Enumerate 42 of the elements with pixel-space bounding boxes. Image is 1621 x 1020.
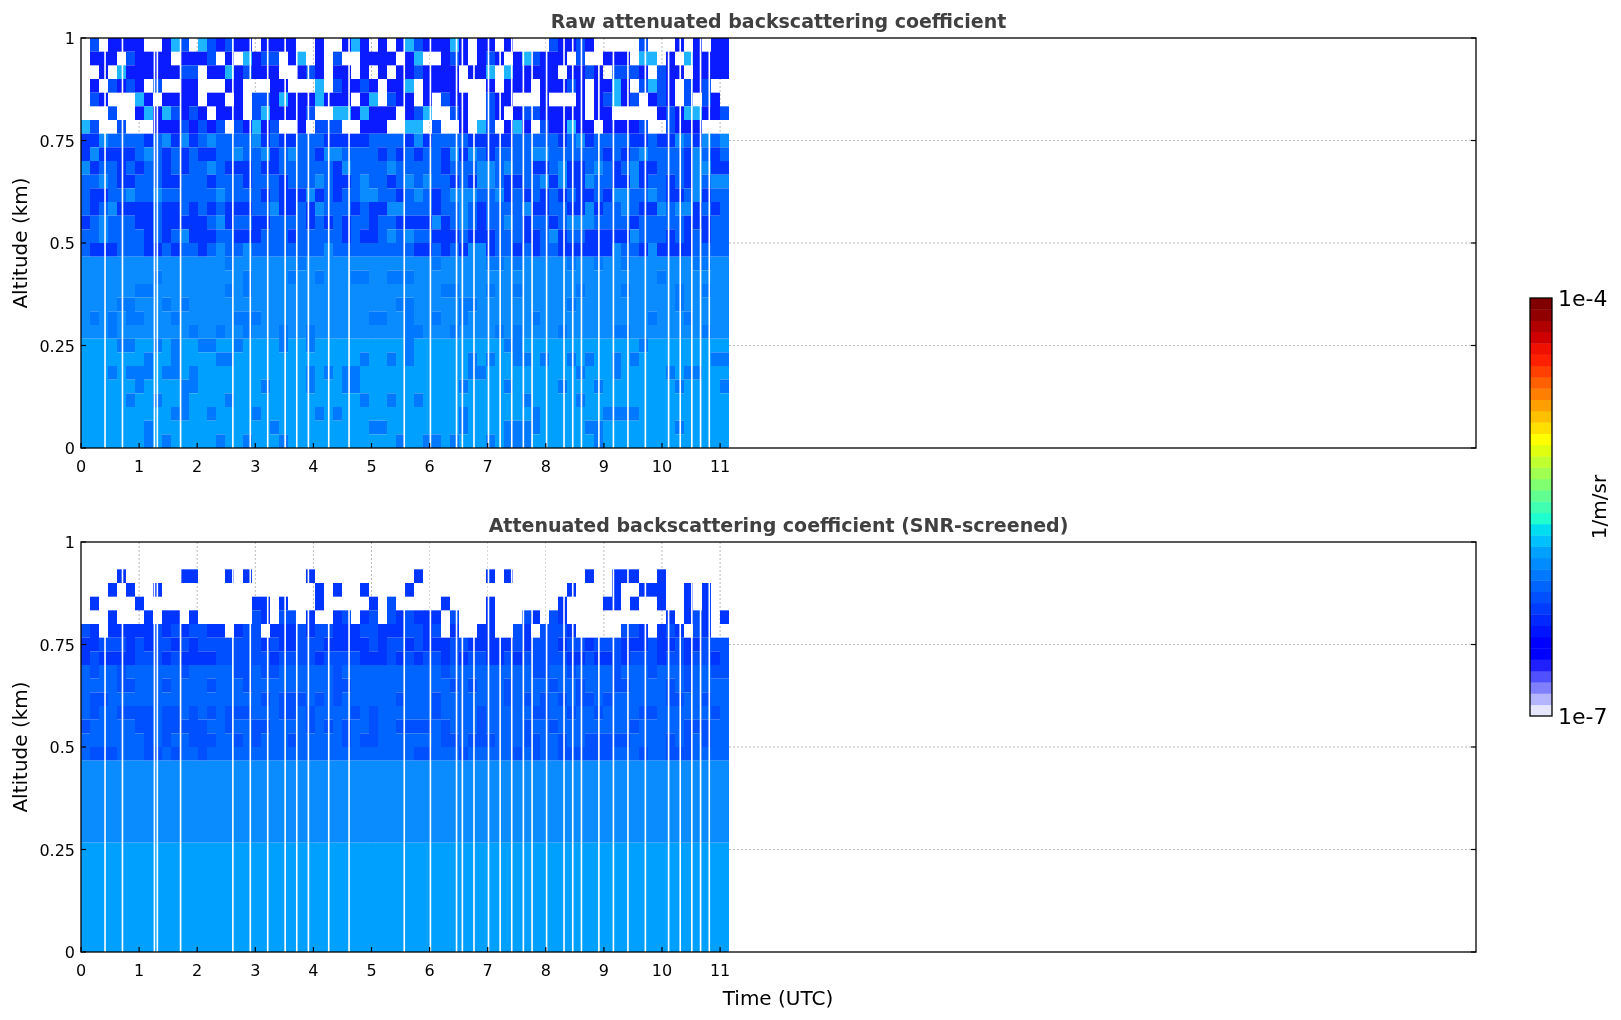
- x-tick-label: 4: [308, 457, 319, 476]
- x-tick-label: 8: [540, 457, 551, 476]
- y-axis-label: Altitude (km): [8, 681, 32, 813]
- y-tick-label: 0: [64, 439, 75, 458]
- colorbar-label: 1/m/sr: [1587, 474, 1611, 540]
- x-tick-label: 2: [192, 457, 203, 476]
- x-tick-label: 11: [709, 457, 731, 476]
- x-tick-label: 0: [75, 457, 87, 476]
- x-tick-label: 7: [482, 961, 493, 980]
- x-tick-label: 7: [482, 457, 493, 476]
- y-tick-label: 0.25: [39, 336, 75, 356]
- y-tick-label: 0.25: [39, 840, 75, 860]
- x-tick-label: 9: [598, 961, 609, 980]
- x-tick-label: 4: [308, 961, 319, 980]
- x-tick-label: 1: [134, 961, 145, 980]
- y-tick-label: 0.75: [39, 131, 75, 151]
- x-axis-label: Time (UTC): [722, 986, 834, 1010]
- x-tick-label: 5: [366, 961, 377, 980]
- x-tick-label: 11: [709, 961, 731, 980]
- x-tick-label: 3: [250, 457, 261, 476]
- colorbar-max-label: 1e-4: [1558, 286, 1608, 311]
- colorbar-min-label: 1e-7: [1558, 704, 1608, 729]
- x-tick-label: 5: [366, 457, 377, 476]
- y-axis-label: Altitude (km): [8, 177, 32, 309]
- y-tick-label: 1: [64, 29, 75, 48]
- x-tick-label: 3: [250, 961, 261, 980]
- y-tick-label: 0.5: [49, 738, 75, 757]
- x-tick-label: 10: [651, 961, 673, 980]
- x-tick-label: 6: [424, 961, 435, 980]
- y-tick-label: 0.5: [49, 234, 75, 253]
- y-tick-label: 1: [64, 533, 75, 552]
- x-tick-label: 6: [424, 457, 435, 476]
- x-tick-label: 8: [540, 961, 551, 980]
- y-tick-label: 0: [64, 943, 75, 962]
- x-tick-label: 9: [598, 457, 609, 476]
- x-tick-label: 0: [75, 961, 87, 980]
- plot-title: Raw attenuated backscattering coefficient: [550, 10, 1007, 32]
- x-tick-label: 10: [651, 457, 673, 476]
- x-tick-label: 2: [192, 961, 203, 980]
- plot-title: Attenuated backscattering coefficient (SNR-screened): [488, 514, 1069, 536]
- y-tick-label: 0.75: [39, 635, 75, 655]
- x-tick-label: 1: [134, 457, 145, 476]
